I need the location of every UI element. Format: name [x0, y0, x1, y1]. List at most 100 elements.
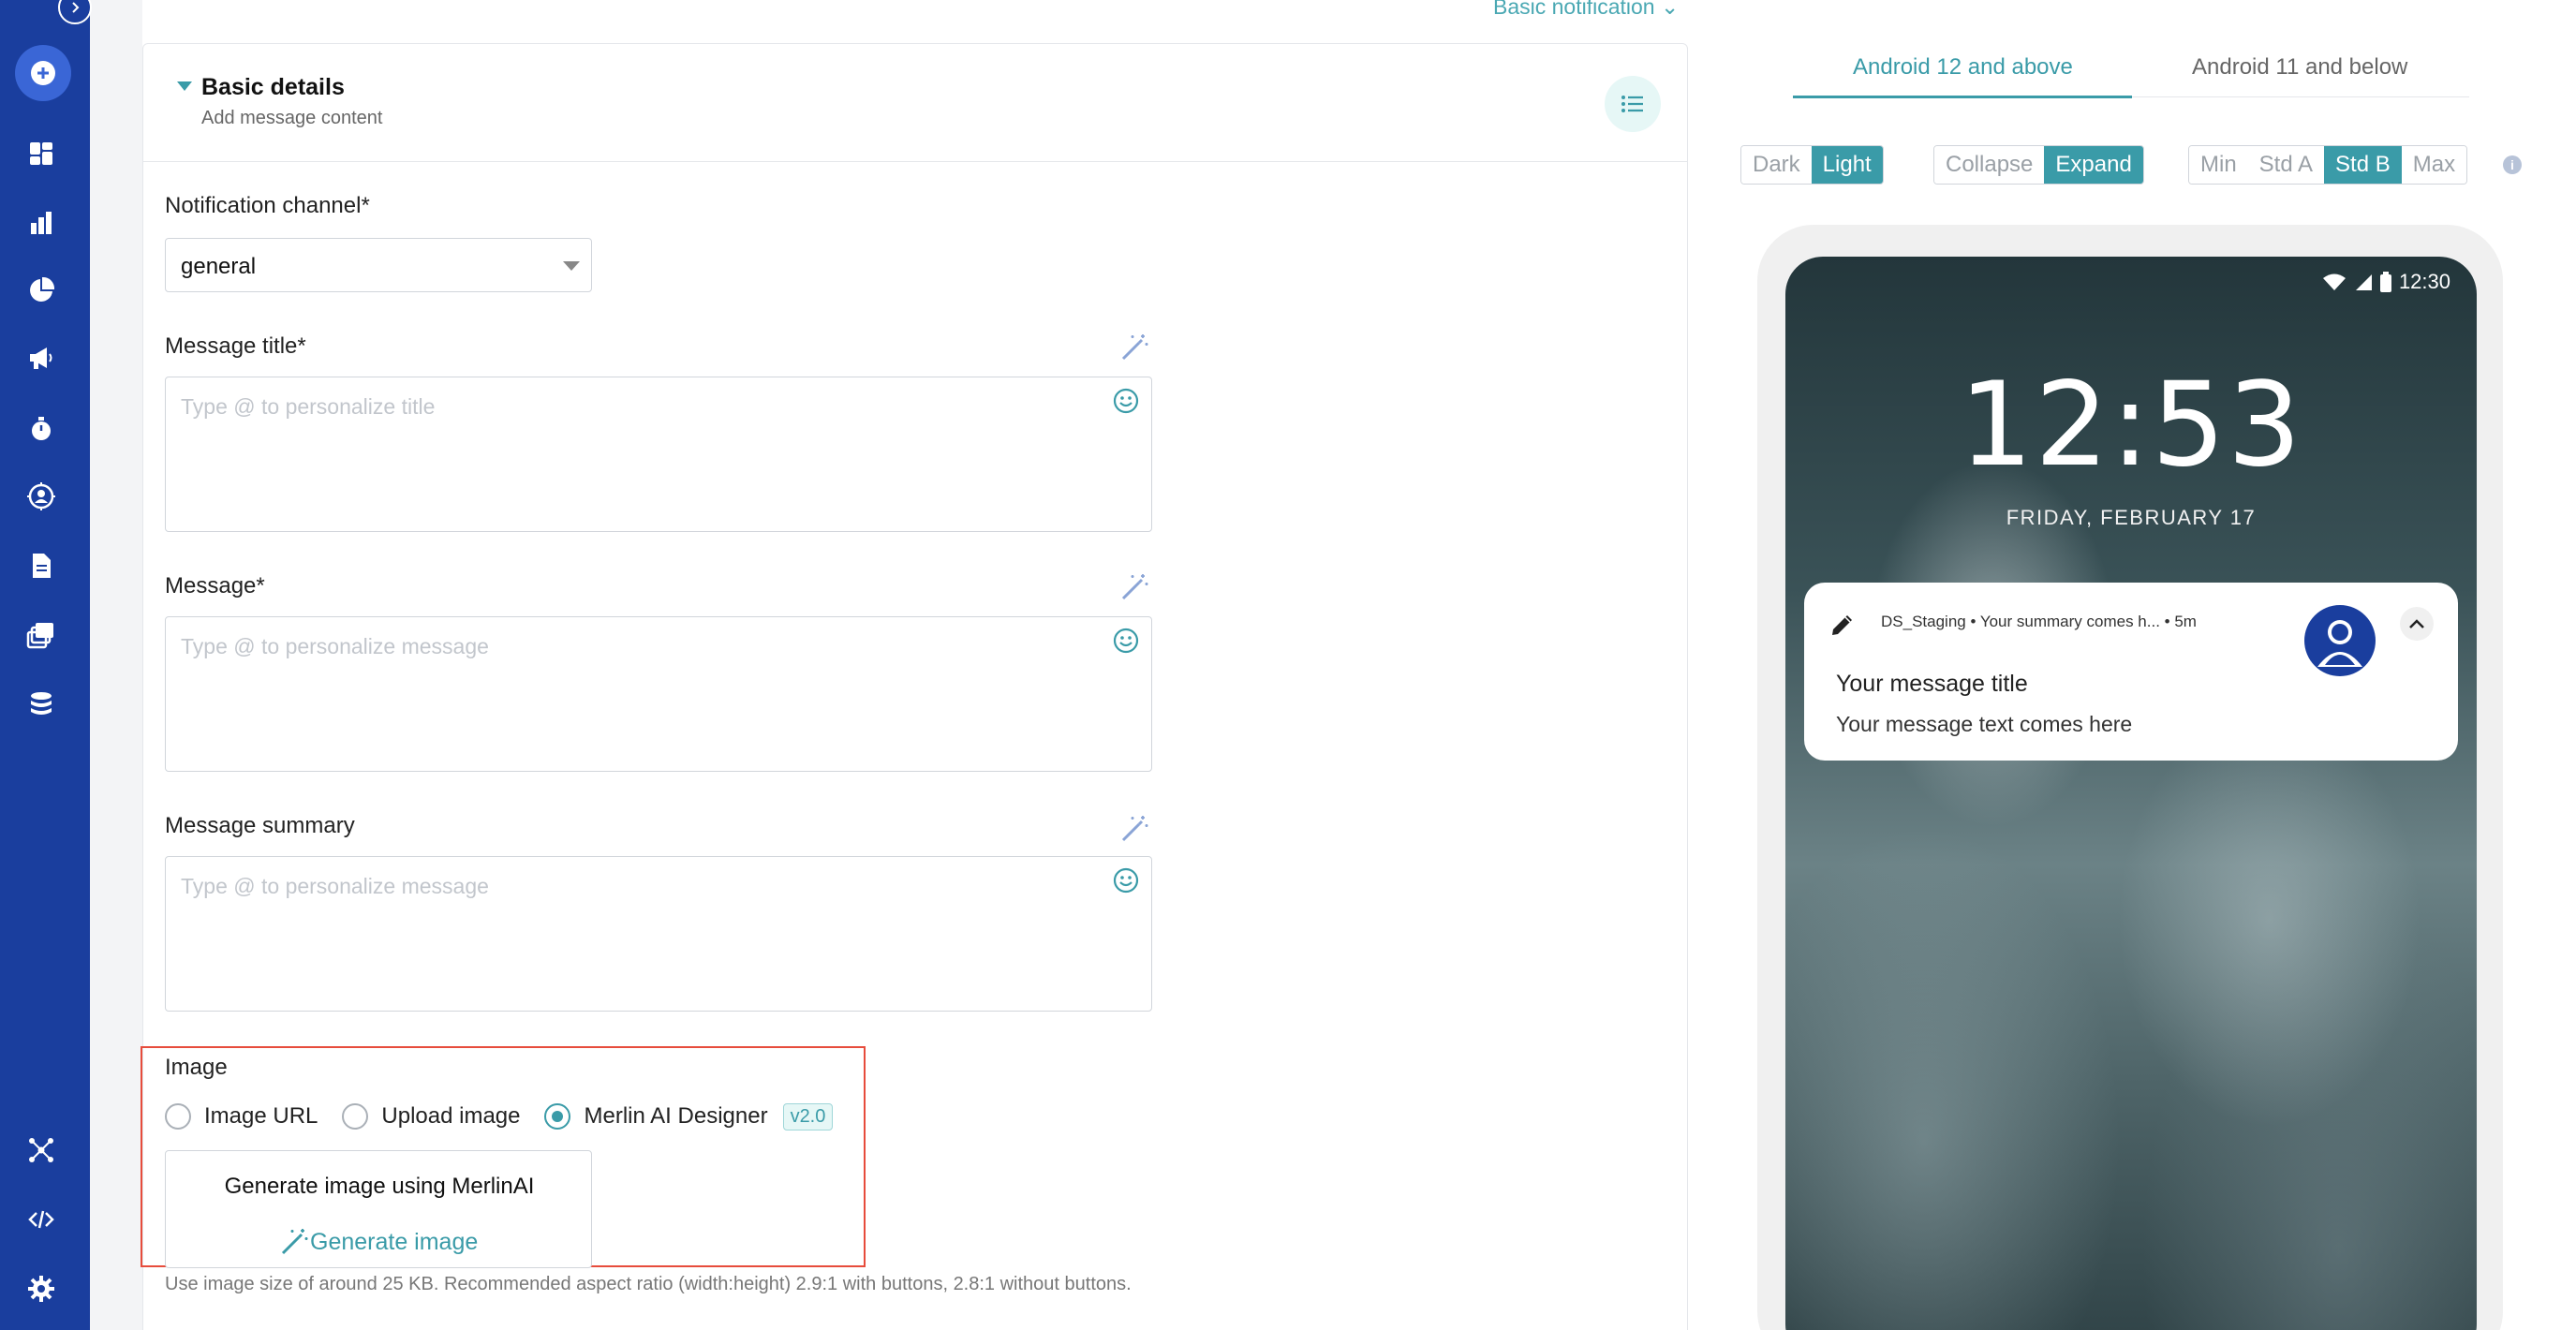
theme-light-button[interactable]: Light	[1811, 146, 1883, 184]
sidebar-item-users[interactable]	[21, 476, 62, 517]
emoji-icon[interactable]	[1112, 387, 1140, 415]
notification-preview: DS_Staging • Your summary comes h... • 5…	[1804, 583, 2458, 761]
state-toggle: Collapse Expand	[1933, 145, 2144, 185]
theme-dark-button[interactable]: Dark	[1741, 146, 1812, 184]
chevron-down-icon: ⌄	[1660, 0, 1680, 19]
state-expand-button[interactable]: Expand	[2044, 146, 2143, 184]
sidebar-item-data[interactable]	[21, 684, 62, 725]
magic-wand-icon[interactable]	[1118, 571, 1150, 603]
sidebar-item-developer[interactable]	[21, 1199, 62, 1240]
tab-android-11[interactable]: Android 11 and below	[2192, 54, 2407, 81]
sidebar-item-settings[interactable]	[21, 1268, 62, 1309]
style-std-b-button[interactable]: Std B	[2324, 146, 2402, 184]
message-input[interactable]: Type @ to personalize message	[165, 616, 1152, 772]
magic-wand-icon	[281, 1229, 308, 1255]
title-placeholder: Type @ to personalize title	[181, 394, 436, 419]
sidebar-item-dashboard[interactable]	[21, 133, 62, 174]
magic-wand-icon[interactable]	[1118, 332, 1150, 363]
emoji-icon[interactable]	[1112, 866, 1140, 894]
pencil-icon	[1832, 615, 1852, 635]
channel-label: Notification channel*	[165, 193, 370, 218]
radio-label-merlin-ai[interactable]: Merlin AI Designer	[584, 1103, 767, 1130]
card-title: Basic details	[201, 74, 345, 100]
summary-input[interactable]: Type @ to personalize message	[165, 856, 1152, 1012]
signal-icon	[2355, 274, 2372, 290]
code-icon	[28, 1210, 54, 1229]
generate-image-panel: Generate image using MerlinAI Generate i…	[165, 1150, 592, 1268]
channel-value: general	[181, 254, 257, 279]
chevron-down-icon	[563, 261, 580, 271]
image-size-hint: Use image size of around 25 KB. Recommen…	[165, 1274, 1132, 1294]
tab-divider	[2132, 96, 2469, 97]
notification-type-dropdown[interactable]: Basic notification ⌄	[1493, 0, 1679, 20]
theme-toggle: Dark Light	[1740, 145, 1884, 185]
bar-chart-icon	[31, 212, 52, 234]
version-badge: v2.0	[782, 1102, 834, 1130]
chevron-right-icon	[72, 2, 80, 13]
summary-label: Message summary	[165, 813, 355, 838]
status-time: 12:30	[2398, 270, 2450, 293]
card-subtitle: Add message content	[201, 108, 383, 128]
sidebar-collapse-button[interactable]	[58, 0, 92, 24]
radio-image-url[interactable]	[165, 1103, 191, 1130]
pie-chart-icon	[30, 276, 55, 302]
active-tab-indicator	[1793, 96, 2132, 98]
list-view-button[interactable]	[1605, 76, 1661, 132]
stopwatch-icon	[32, 417, 51, 440]
collapse-notification-button[interactable]	[2400, 607, 2434, 641]
sidebar-item-integrations[interactable]	[21, 1130, 62, 1171]
sidebar-item-analytics[interactable]	[21, 202, 62, 244]
style-toggle: Min Std A Std B Max	[2188, 145, 2468, 185]
network-icon	[29, 1138, 53, 1162]
info-icon[interactable]: i	[2503, 155, 2522, 174]
create-button[interactable]	[15, 45, 71, 101]
style-std-a-button[interactable]: Std A	[2247, 146, 2325, 184]
image-label: Image	[165, 1055, 228, 1080]
status-bar: 12:30	[2322, 270, 2450, 294]
message-label: Message*	[165, 573, 265, 598]
emoji-icon[interactable]	[1112, 627, 1140, 655]
chevron-up-icon	[2409, 619, 2424, 628]
tab-android-12[interactable]: Android 12 and above	[1853, 54, 2073, 81]
database-icon	[31, 692, 52, 715]
style-min-button[interactable]: Min	[2189, 146, 2248, 184]
notification-type-label: Basic notification	[1493, 0, 1655, 19]
channel-select[interactable]: general	[165, 238, 592, 292]
sidebar	[0, 0, 92, 1330]
list-icon	[1621, 96, 1643, 112]
phone-screen: 12:30 12:53 FRIDAY, FEBRUARY 17 DS_Stagi…	[1785, 257, 2477, 1330]
notification-title: Your message title	[1836, 671, 2028, 697]
gallery-icon	[26, 623, 53, 649]
plus-circle-icon	[31, 61, 55, 85]
magic-wand-icon[interactable]	[1118, 813, 1150, 845]
state-collapse-button[interactable]: Collapse	[1934, 146, 2045, 184]
title-input[interactable]: Type @ to personalize title	[165, 377, 1152, 532]
lockscreen-clock: 12:53	[1959, 358, 2303, 493]
user-target-icon	[27, 482, 55, 510]
image-source-radio-group: Image URL Upload image Merlin AI Designe…	[165, 1100, 834, 1133]
caret-down-icon[interactable]	[177, 81, 192, 91]
avatar-icon	[2304, 605, 2376, 676]
lockscreen-date: FRIDAY, FEBRUARY 17	[2006, 506, 2257, 529]
radio-upload-image[interactable]	[342, 1103, 369, 1130]
gear-icon	[28, 1276, 54, 1302]
document-icon	[33, 554, 51, 578]
radio-merlin-ai[interactable]	[544, 1103, 571, 1130]
battery-icon	[2379, 272, 2391, 292]
sidebar-item-journeys[interactable]	[21, 408, 62, 450]
sidebar-item-templates[interactable]	[21, 545, 62, 586]
radio-label-image-url[interactable]: Image URL	[204, 1103, 318, 1130]
style-max-button[interactable]: Max	[2401, 146, 2467, 184]
generate-image-title: Generate image using MerlinAI	[224, 1174, 535, 1199]
megaphone-icon	[30, 347, 52, 369]
notification-meta: DS_Staging • Your summary comes h... • 5…	[1881, 613, 2197, 630]
title-label: Message title*	[165, 333, 306, 359]
sidebar-item-catalog[interactable]	[21, 614, 62, 656]
generate-image-label: Generate image	[310, 1228, 479, 1255]
sidebar-item-segments[interactable]	[21, 270, 62, 311]
radio-label-upload-image[interactable]: Upload image	[381, 1103, 520, 1130]
generate-image-button[interactable]: Generate image	[278, 1226, 478, 1258]
sidebar-item-campaigns[interactable]	[21, 337, 62, 378]
card-header[interactable]: Basic details Add message content	[143, 44, 1689, 162]
notification-text: Your message text comes here	[1836, 712, 2133, 736]
